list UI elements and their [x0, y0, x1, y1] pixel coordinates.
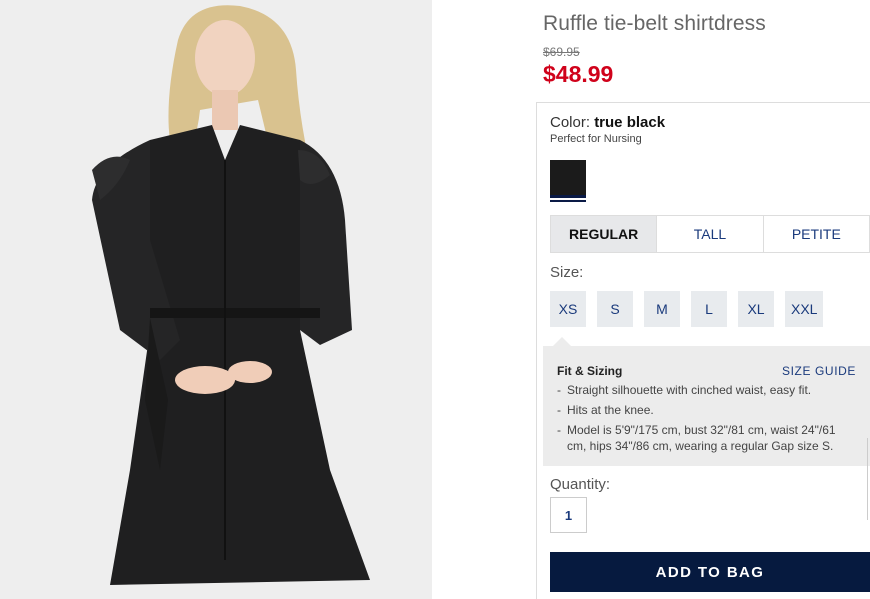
color-label: Color: — [550, 114, 591, 131]
fit-options: REGULAR TALL PETITE — [550, 215, 870, 253]
color-value: true black — [594, 114, 666, 131]
size-label: Size: — [550, 264, 584, 281]
size-button-xl[interactable]: XL — [738, 291, 774, 327]
size-button-m[interactable]: M — [644, 291, 680, 327]
fit-sizing-title: Fit & Sizing — [557, 364, 623, 378]
fit-tab-petite[interactable]: PETITE — [763, 216, 869, 252]
fit-point: Model is 5'9"/175 cm, bust 32"/81 cm, wa… — [557, 422, 856, 454]
color-selection: Color: true black — [550, 114, 665, 131]
original-price: $69.95 — [543, 45, 580, 59]
fit-point: Straight silhouette with cinched waist, … — [557, 382, 856, 398]
size-button-s[interactable]: S — [597, 291, 633, 327]
product-title: Ruffle tie-belt shirtdress — [543, 12, 766, 35]
fit-tab-regular[interactable]: REGULAR — [551, 216, 658, 252]
size-guide-link[interactable]: SIZE GUIDE — [782, 364, 856, 378]
fit-point: Hits at the knee. — [557, 402, 856, 418]
size-button-xxl[interactable]: XXL — [785, 291, 824, 327]
add-to-bag-button[interactable]: ADD TO BAG — [550, 552, 870, 592]
product-image[interactable] — [0, 0, 432, 599]
fit-tab-tall[interactable]: TALL — [657, 216, 764, 252]
size-button-xs[interactable]: XS — [550, 291, 586, 327]
size-button-l[interactable]: L — [691, 291, 727, 327]
fit-sizing-list: Straight silhouette with cinched waist, … — [557, 382, 856, 454]
sale-price: $48.99 — [543, 61, 614, 87]
nursing-note: Perfect for Nursing — [550, 133, 642, 145]
quantity-label: Quantity: — [550, 476, 611, 493]
fit-sizing-box: Fit & Sizing SIZE GUIDE Straight silhoue… — [543, 337, 870, 466]
quantity-input[interactable]: 1 — [550, 497, 587, 533]
size-options: XS S M L XL XXL — [550, 291, 824, 327]
model-wearing-dress-illustration — [0, 0, 432, 599]
color-swatch-true-black[interactable] — [550, 160, 586, 202]
